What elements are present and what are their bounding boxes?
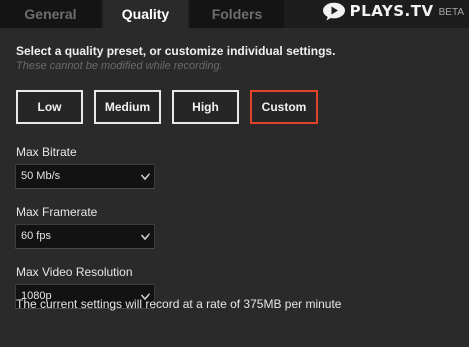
max-resolution-label: Max Video Resolution [16,265,133,279]
max-framerate-label: Max Framerate [16,205,98,219]
max-framerate-select[interactable]: 60 fps [15,224,155,249]
tab-general[interactable]: General [0,0,101,28]
preset-medium-button[interactable]: Medium [94,90,161,124]
chevron-down-icon [140,173,150,181]
preset-low-button[interactable]: Low [16,90,83,124]
brand-logo: PLAYS.TV BETA [322,0,464,22]
preset-high-button[interactable]: High [172,90,239,124]
top-bar: General Quality Folders PLAYS.TV BETA [0,0,469,28]
max-bitrate-label: Max Bitrate [16,145,77,159]
tab-folders[interactable]: Folders [190,0,284,28]
brand-name: PLAYS.TV [349,2,434,20]
quality-subline: These cannot be modified while recording… [16,60,223,72]
max-framerate-value: 60 fps [21,230,51,242]
plays-tv-logo-icon [322,2,345,20]
quality-headline: Select a quality preset, or customize in… [16,44,336,58]
recording-rate-note: The current settings will record at a ra… [16,297,342,311]
max-bitrate-value: 50 Mb/s [21,170,61,182]
beta-badge: BETA [438,7,464,18]
chevron-down-icon [140,233,150,241]
preset-custom-button[interactable]: Custom [250,90,318,124]
tab-quality[interactable]: Quality [103,0,188,28]
max-bitrate-select[interactable]: 50 Mb/s [15,164,155,189]
